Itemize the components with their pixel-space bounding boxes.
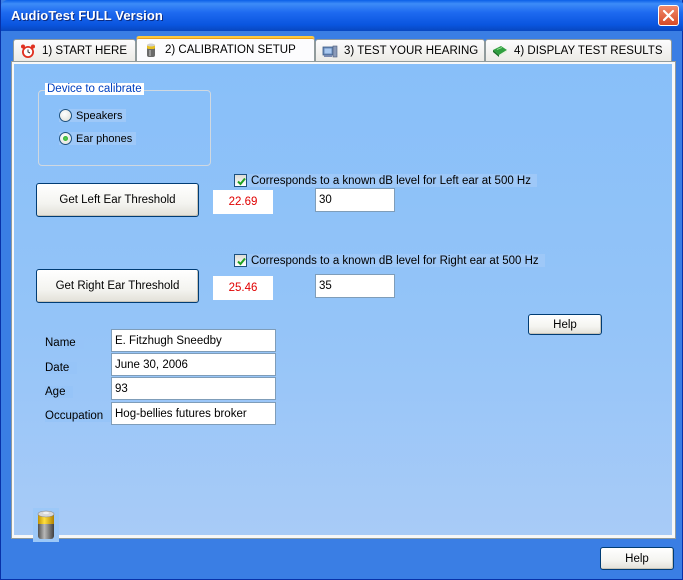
tab-start-here[interactable]: 1) START HERE xyxy=(13,39,136,61)
right-ear-known-db-checkbox[interactable] xyxy=(234,254,247,267)
name-label: Name xyxy=(45,337,84,349)
tab-calibration-setup[interactable]: 2) CALIBRATION SETUP xyxy=(136,36,315,61)
left-ear-known-db-checkbox[interactable] xyxy=(234,174,247,187)
device-group-box xyxy=(38,90,211,166)
calibration-help-button[interactable]: Help xyxy=(528,314,602,335)
close-icon xyxy=(662,9,675,22)
calibration-panel: Device to calibrate Speakers Ear phones … xyxy=(11,61,676,542)
radio-label: Ear phones xyxy=(76,132,133,145)
name-input[interactable] xyxy=(111,329,276,352)
alarm-clock-icon xyxy=(20,43,36,59)
tab-label: 2) CALIBRATION SETUP xyxy=(165,43,296,56)
radio-ear-phones[interactable]: Ear phones xyxy=(59,132,137,145)
tab-label: 4) DISPLAY TEST RESULTS xyxy=(514,44,663,57)
tab-label: 3) TEST YOUR HEARING xyxy=(344,44,479,57)
occupation-input[interactable] xyxy=(111,402,276,425)
date-label: Date xyxy=(45,362,78,374)
calibration-panel-body: Device to calibrate Speakers Ear phones … xyxy=(14,64,672,542)
green-book-icon xyxy=(492,43,508,59)
battery-icon xyxy=(143,42,159,58)
device-group-label: Device to calibrate xyxy=(45,83,144,95)
app-window: AudioTest FULL Version 1) START HERE 2) … xyxy=(0,0,683,580)
radio-speakers[interactable]: Speakers xyxy=(59,109,127,122)
checkmark-icon xyxy=(237,177,246,186)
tab-test-your-hearing[interactable]: 3) TEST YOUR HEARING xyxy=(315,39,485,61)
right-ear-known-db-input[interactable] xyxy=(315,274,395,298)
age-input[interactable] xyxy=(111,377,276,400)
left-ear-known-db-checkbox-row[interactable]: Corresponds to a known dB level for Left… xyxy=(234,174,537,187)
right-ear-known-db-checkbox-row[interactable]: Corresponds to a known dB level for Righ… xyxy=(234,254,545,267)
age-label: Age xyxy=(45,386,74,398)
occupation-label: Occupation xyxy=(45,410,112,422)
get-right-ear-threshold-button[interactable]: Get Right Ear Threshold xyxy=(36,269,199,303)
footer-help-button[interactable]: Help xyxy=(600,547,674,570)
title-bar[interactable]: AudioTest FULL Version xyxy=(1,0,683,31)
radio-label: Speakers xyxy=(76,109,123,122)
radio-button[interactable] xyxy=(59,109,72,122)
right-ear-threshold-value: 25.46 xyxy=(213,276,273,300)
client-area: 1) START HERE 2) CALIBRATION SETUP 3) TE… xyxy=(5,31,680,576)
get-left-ear-threshold-button[interactable]: Get Left Ear Threshold xyxy=(36,183,199,217)
close-button[interactable] xyxy=(658,5,679,26)
battery-icon xyxy=(33,508,59,542)
checkbox-label: Corresponds to a known dB level for Righ… xyxy=(251,254,539,267)
checkmark-icon xyxy=(237,257,246,266)
window-title: AudioTest FULL Version xyxy=(11,8,163,23)
left-ear-threshold-value: 22.69 xyxy=(213,190,273,214)
tab-display-test-results[interactable]: 4) DISPLAY TEST RESULTS xyxy=(485,39,672,61)
checkbox-label: Corresponds to a known dB level for Left… xyxy=(251,174,531,187)
radio-button-selected[interactable] xyxy=(59,132,72,145)
computer-speaker-icon xyxy=(322,43,338,59)
left-ear-known-db-input[interactable] xyxy=(315,188,395,212)
tab-label: 1) START HERE xyxy=(42,44,127,57)
date-input[interactable] xyxy=(111,353,276,376)
